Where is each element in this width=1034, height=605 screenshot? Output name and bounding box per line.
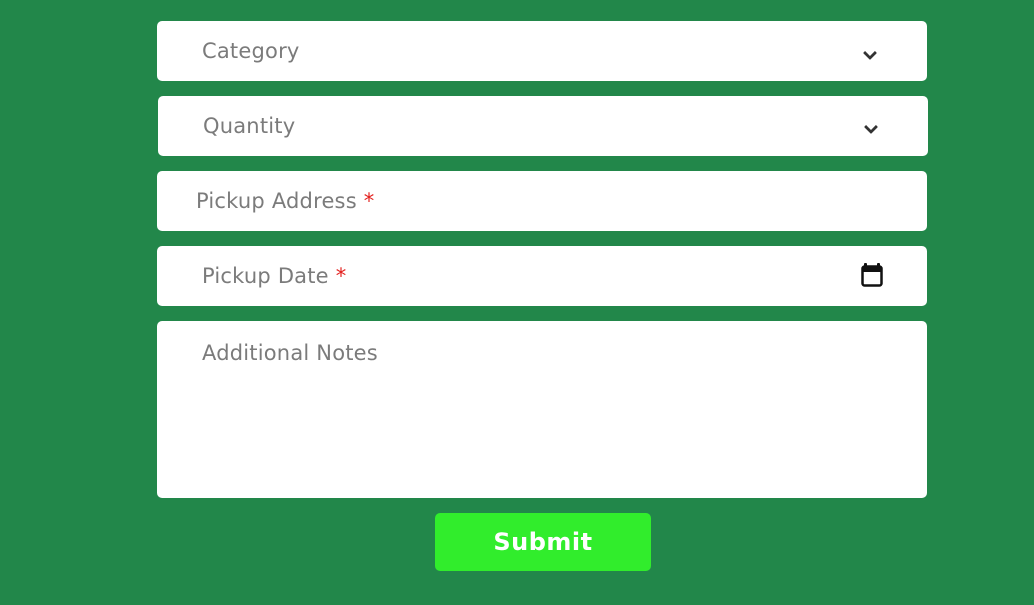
required-marker: * xyxy=(363,189,375,213)
additional-notes-textarea[interactable]: Additional Notes xyxy=(157,321,927,498)
pickup-date-label: Pickup Date * xyxy=(202,264,346,288)
pickup-address-label: Pickup Address * xyxy=(196,189,374,213)
required-marker: * xyxy=(335,264,347,288)
category-select[interactable]: Category xyxy=(157,21,927,81)
quantity-label: Quantity xyxy=(203,114,296,138)
additional-notes-label: Additional Notes xyxy=(202,341,378,365)
pickup-date-label-text: Pickup Date xyxy=(202,264,329,288)
pickup-date-field[interactable]: Pickup Date * xyxy=(157,246,927,306)
quantity-select[interactable]: Quantity xyxy=(158,96,928,156)
pickup-address-label-text: Pickup Address xyxy=(196,189,357,213)
chevron-down-icon[interactable] xyxy=(862,45,878,61)
calendar-icon[interactable] xyxy=(861,263,883,287)
submit-button[interactable]: Submit xyxy=(435,513,651,571)
pickup-address-field[interactable]: Pickup Address * xyxy=(157,171,927,231)
category-label: Category xyxy=(202,39,300,63)
chevron-down-icon[interactable] xyxy=(863,119,879,135)
